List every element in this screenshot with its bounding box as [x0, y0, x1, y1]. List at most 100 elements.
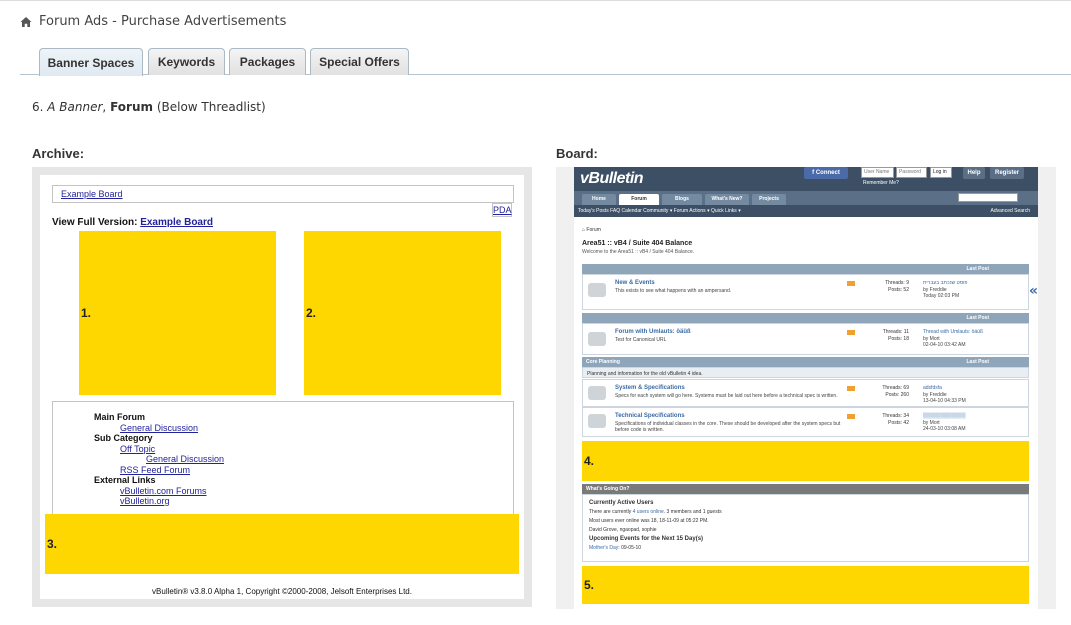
- tab-bar: Banner Spaces Keywords Packages Special …: [20, 48, 1071, 76]
- list-item[interactable]: Off Topic: [94, 444, 513, 455]
- subtitle-bold: Forum: [110, 100, 153, 114]
- archive-preview: Example Board PDA View Full Version: Exa…: [32, 167, 532, 607]
- breadcrumb-forum[interactable]: Forum: [586, 227, 600, 233]
- board-tab-whats-new[interactable]: What's New?: [705, 194, 749, 205]
- tab-keywords[interactable]: Keywords: [148, 48, 225, 75]
- forum-threads: Threads: 11: [882, 329, 909, 335]
- facebook-connect-button[interactable]: f Connect: [804, 167, 848, 179]
- rss-icon[interactable]: [847, 330, 855, 335]
- collapse-sidebar-icon[interactable]: «: [1029, 283, 1038, 299]
- advanced-search-link[interactable]: Advanced Search: [991, 208, 1030, 214]
- rss-icon[interactable]: [847, 281, 855, 286]
- ad-slot-2[interactable]: 2.: [304, 231, 501, 395]
- login-button[interactable]: Log in: [930, 167, 952, 178]
- rss-icon[interactable]: [847, 414, 855, 419]
- forum-row[interactable]: System & Specifications Specs for each s…: [582, 379, 1029, 407]
- category-header: Last Post: [582, 264, 1029, 274]
- ad-slot-5[interactable]: 5.: [582, 566, 1029, 604]
- whats-going-on-panel: Currently Active Users There are current…: [582, 494, 1029, 562]
- ad-slot-3[interactable]: 3.: [45, 514, 519, 574]
- last-post-label: Last Post: [966, 359, 989, 365]
- banner-subtitle: 6. A Banner, Forum (Below Threadlist): [32, 100, 266, 114]
- tab-special-offers[interactable]: Special Offers: [310, 48, 409, 75]
- list-item[interactable]: General Discussion: [94, 454, 513, 465]
- forum-name[interactable]: System & Specifications: [615, 385, 685, 391]
- board-breadcrumb: ⌂ Forum: [582, 227, 601, 233]
- board-tab-blogs[interactable]: Blogs: [662, 194, 702, 205]
- forum-row[interactable]: New & Events This exists to see what hap…: [582, 274, 1029, 310]
- board-tab-forum[interactable]: Forum: [619, 194, 659, 205]
- forum-last-post: Thread with Umlauts: öäüß by Mort 02-04-10…: [923, 329, 983, 349]
- forum-desc: Test for Canonical URL: [615, 337, 667, 343]
- subtitle-rest: (Below Threadlist): [156, 100, 266, 114]
- forum-row[interactable]: Forum with Umlauts: öäüß Test for Canoni…: [582, 323, 1029, 355]
- archive-forum-list: Main Forum General Discussion Sub Catego…: [52, 401, 514, 517]
- last-post-title[interactable]: פוסט שנכתב בעברית: [923, 280, 967, 287]
- forum-row[interactable]: Technical Specifications Specifications …: [582, 407, 1029, 437]
- forum-icon: [588, 414, 606, 428]
- board-welcome: Welcome to the Area51 :: vB4 / Suite 404…: [582, 249, 695, 255]
- forum-posts: Posts: 18: [888, 336, 909, 342]
- archive-nav-link[interactable]: Example Board: [61, 189, 123, 199]
- username-field[interactable]: User Name: [861, 167, 894, 178]
- list-item[interactable]: RSS Feed Forum: [94, 465, 513, 476]
- forum-stats: Threads: 11 Posts: 18: [869, 329, 909, 343]
- upcoming-events-title: Upcoming Events for the Next 15 Day(s): [589, 536, 704, 542]
- core-planning-label[interactable]: Core Planning: [586, 359, 620, 365]
- last-post-title[interactable]: ▒▒▒▒▒▒▒▒▒▒▒▒: [923, 413, 966, 420]
- rss-icon[interactable]: [847, 386, 855, 391]
- last-post-date: 24-03-10 03:08 AM: [923, 426, 966, 432]
- list-item[interactable]: vBulletin.com Forums: [94, 486, 513, 497]
- category-header-core-planning: Core Planning Last Post: [582, 357, 1029, 367]
- archive-view-full-version: View Full Version: Example Board: [52, 217, 213, 228]
- forum-stats: Threads: 69 Posts: 260: [869, 385, 909, 399]
- forum-name[interactable]: Forum with Umlauts: öäüß: [615, 329, 691, 335]
- board-subnav-links[interactable]: Today's Posts FAQ Calendar Community ▾ F…: [578, 208, 741, 214]
- home-icon[interactable]: [20, 16, 32, 28]
- ad-slot-1[interactable]: 1.: [79, 231, 276, 395]
- archive-navbar: Example Board: [52, 185, 514, 203]
- ad-slot-4[interactable]: 4.: [582, 441, 1029, 481]
- register-button[interactable]: Register: [990, 167, 1024, 179]
- event-date: : 09-05-10: [618, 545, 642, 551]
- subtitle-separator: ,: [102, 100, 107, 114]
- forum-threads: Threads: 9: [885, 280, 909, 286]
- view-full-prefix: View Full Version:: [52, 217, 138, 228]
- core-planning-desc: Planning and information for the old vBu…: [582, 367, 1029, 378]
- list-item[interactable]: General Discussion: [94, 423, 513, 434]
- tab-banner-spaces[interactable]: Banner Spaces: [39, 48, 143, 76]
- help-button[interactable]: Help: [963, 167, 985, 179]
- event-link[interactable]: Mother's Day: [589, 545, 618, 551]
- tab-packages[interactable]: Packages: [229, 48, 306, 75]
- category-header: Last Post: [582, 313, 1029, 323]
- archive-page: Example Board PDA View Full Version: Exa…: [40, 175, 524, 599]
- board-subnav: Today's Posts FAQ Calendar Community ▾ F…: [574, 205, 1038, 217]
- whats-going-on-header: What's Going On?: [582, 484, 1029, 494]
- event-line: Mother's Day: 09-05-10: [589, 544, 1022, 553]
- forum-name[interactable]: New & Events: [615, 280, 655, 286]
- list-item[interactable]: vBulletin.org: [94, 496, 513, 507]
- forum-stats: Threads: 9 Posts: 52: [869, 280, 909, 294]
- view-full-link[interactable]: Example Board: [140, 217, 213, 228]
- board-tab-projects[interactable]: Projects: [752, 194, 786, 205]
- active-user-names[interactable]: David Grove, ngaopad, sophie: [589, 526, 1022, 535]
- password-field[interactable]: Password: [896, 167, 927, 178]
- list-heading: Sub Category: [94, 433, 153, 443]
- list-heading: Main Forum: [94, 412, 145, 422]
- forum-name[interactable]: Technical Specifications: [615, 413, 685, 419]
- users-online-link[interactable]: 4 users online: [633, 509, 664, 515]
- board-label: Board:: [556, 146, 598, 161]
- page-title: Forum Ads - Purchase Advertisements: [39, 14, 287, 29]
- archive-pda-link[interactable]: PDA: [492, 203, 512, 217]
- forum-icon: [588, 386, 606, 400]
- last-post-title[interactable]: Thread with Umlauts: öäüß: [923, 329, 983, 336]
- archive-copyright: vBulletin® v3.8.0 Alpha 1, Copyright ©20…: [152, 587, 412, 596]
- forum-threads: Threads: 69: [882, 385, 909, 391]
- active-users-title: Currently Active Users: [589, 500, 654, 506]
- board-tab-home[interactable]: Home: [582, 194, 616, 205]
- forum-desc: Specs for each system will go here. Syst…: [615, 393, 838, 399]
- board-search-input[interactable]: [958, 193, 1018, 202]
- active-users-post: . 3 members and 1 guests: [663, 509, 722, 515]
- last-post-date: Today 02:03 PM: [923, 293, 960, 299]
- remember-me[interactable]: Remember Me?: [863, 180, 899, 186]
